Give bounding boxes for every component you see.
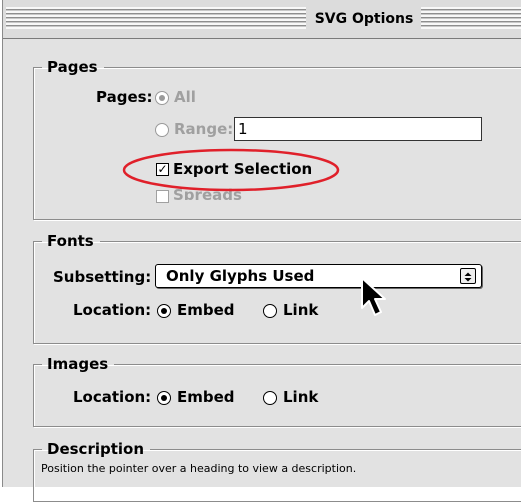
highlight-ellipse — [122, 148, 340, 192]
arrow-pointer-icon — [361, 277, 386, 316]
svg-options-dialog: SVG Options Pages Pages: All Range: ✓ Ex… — [2, 0, 521, 502]
